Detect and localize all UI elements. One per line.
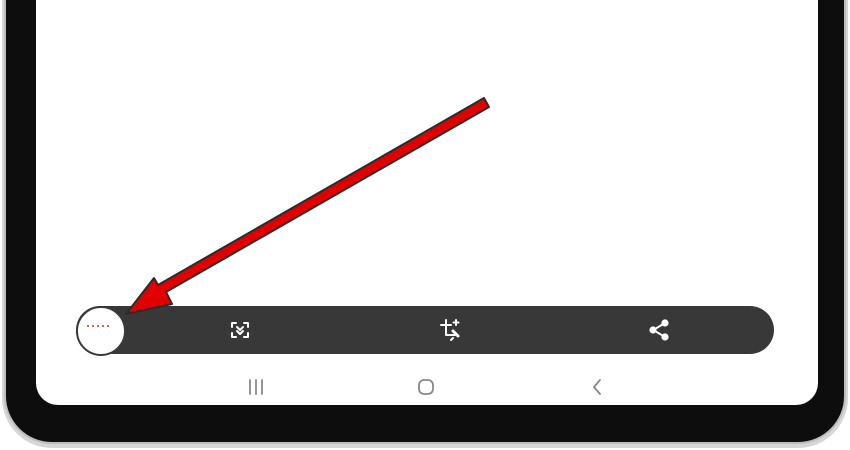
home-icon	[418, 379, 434, 395]
scroll-capture-icon	[231, 322, 249, 338]
crop-edit-button[interactable]	[439, 318, 463, 342]
screenshot-thumbnail[interactable]	[76, 306, 126, 356]
scroll-capture-button[interactable]	[228, 318, 252, 342]
share-button[interactable]	[647, 318, 671, 342]
crop-edit-icon	[440, 319, 460, 341]
nav-recents-button[interactable]	[245, 376, 267, 398]
screenshot-stage	[0, 0, 850, 450]
back-icon	[593, 379, 601, 395]
share-icon	[649, 319, 669, 341]
nav-home-button[interactable]	[415, 376, 437, 398]
thumbnail-preview	[87, 314, 117, 327]
nav-back-button[interactable]	[586, 376, 608, 398]
recents-icon	[249, 379, 263, 395]
